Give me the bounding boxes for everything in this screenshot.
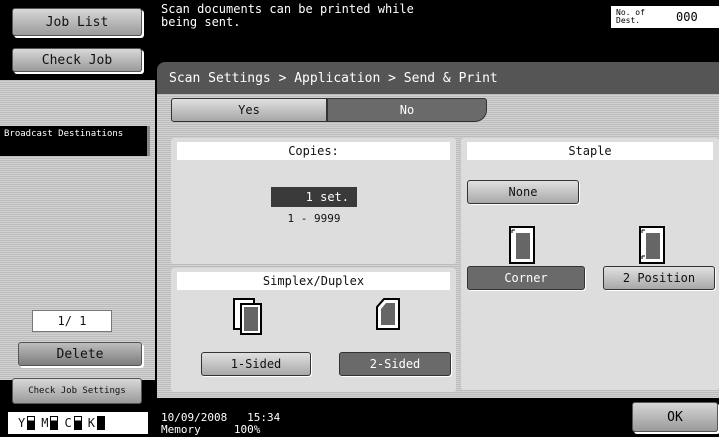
staple-none-button[interactable]: None	[467, 180, 579, 204]
ok-button[interactable]: OK	[632, 402, 718, 432]
simplex-duplex-panel: Simplex/Duplex 1-Sided 2-Sided	[171, 268, 456, 392]
toner-c-level	[73, 416, 82, 430]
memory-value: 100%	[233, 423, 261, 436]
left-sidebar: Job List Check Job Broadcast Destination…	[0, 0, 155, 437]
toner-y-level	[27, 416, 36, 430]
dest-value: 000	[676, 10, 698, 24]
toner-c: C	[64, 416, 82, 430]
toner-k-level	[96, 416, 105, 430]
copies-range: 1 - 9999	[287, 212, 341, 225]
job-list-button[interactable]: Job List	[12, 8, 142, 36]
status-message: Scan documents can be printed while bein…	[161, 2, 414, 29]
no-button[interactable]: No	[327, 98, 487, 122]
copies-panel: Copies: 1 set. 1 - 9999	[171, 138, 456, 264]
page-counter: 1/ 1	[32, 310, 112, 332]
two-sided-icon	[376, 298, 400, 330]
toner-y: Y	[18, 416, 36, 430]
toner-indicator: Y M C K	[8, 412, 148, 434]
two-sided-button[interactable]: 2-Sided	[339, 352, 451, 376]
staple-two-position-button[interactable]: 2 Position	[603, 266, 715, 290]
staple-panel: Staple None Corner 2 Position	[461, 138, 719, 390]
toner-m: M	[41, 416, 59, 430]
copies-title: Copies:	[177, 142, 450, 160]
simplex-duplex-title: Simplex/Duplex	[177, 272, 450, 290]
status-datetime: 10/09/2008 15:34	[161, 412, 280, 423]
corner-staple-icon	[509, 226, 535, 264]
yes-button[interactable]: Yes	[171, 98, 327, 122]
dest-label: No. of Dest.	[616, 8, 645, 25]
staple-title: Staple	[467, 142, 713, 160]
dest-counter: No. of Dest. 000	[611, 6, 719, 28]
one-sided-icon	[233, 298, 262, 335]
one-sided-button[interactable]: 1-Sided	[201, 352, 311, 376]
memory-label: Memory	[161, 423, 201, 436]
delete-button[interactable]: Delete	[18, 342, 142, 366]
message-bar: Scan documents can be printed while bein…	[158, 0, 719, 56]
check-job-button[interactable]: Check Job	[12, 48, 142, 72]
settings-content: Yes No Copies: 1 set. 1 - 9999 Simplex/D…	[157, 94, 719, 398]
copies-input[interactable]: 1 set.	[271, 187, 357, 207]
check-job-settings-button[interactable]: Check Job Settings	[12, 378, 142, 404]
status-memory: Memory 100%	[161, 424, 260, 435]
toner-k: K	[88, 416, 105, 430]
left-panel: Broadcast Destinations 1/ 1	[0, 80, 155, 380]
status-bar: 10/09/2008 15:34 Memory 100% OK	[158, 400, 719, 437]
broadcast-destinations-tab[interactable]: Broadcast Destinations	[0, 126, 150, 156]
main-area: Scan Settings > Application > Send & Pri…	[155, 58, 719, 398]
two-position-staple-icon	[639, 226, 665, 264]
toner-m-level	[50, 416, 59, 430]
staple-corner-button[interactable]: Corner	[467, 266, 585, 290]
breadcrumb: Scan Settings > Application > Send & Pri…	[157, 62, 719, 94]
